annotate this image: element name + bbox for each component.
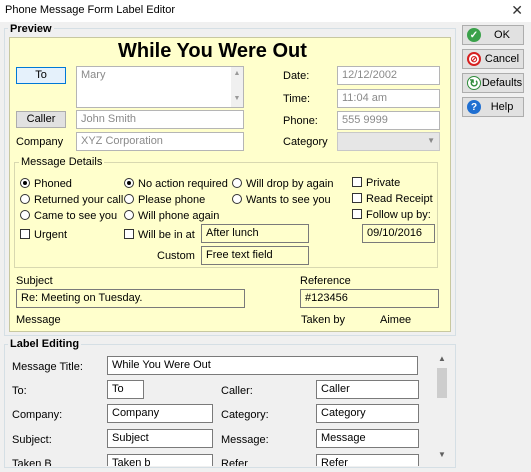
follow-up-checkbox[interactable]: [352, 209, 362, 219]
subject-label: Subject: [16, 275, 53, 287]
scroll-up-icon[interactable]: ▲: [231, 67, 243, 80]
taken-by-label: Taken by: [301, 314, 346, 326]
le-company-field[interactable]: Company: [107, 404, 213, 423]
message-title-label: Message Title:: [12, 361, 83, 373]
check-read-receipt[interactable]: Read Receipt: [352, 192, 433, 205]
scroll-up-icon[interactable]: ▲: [438, 354, 446, 363]
to-value: Mary: [81, 69, 106, 81]
radio-drop-by-button[interactable]: [232, 178, 242, 188]
le-category-field[interactable]: Category: [316, 404, 419, 423]
radio-came[interactable]: Came to see you: [20, 209, 117, 222]
label-editing-panel: Message Title: While You Were Out To: To…: [8, 350, 452, 466]
follow-up-field[interactable]: 09/10/2016: [362, 224, 435, 243]
category-select[interactable]: ▼: [337, 132, 440, 151]
label-editing-scrollbar[interactable]: ▲ ▼: [435, 354, 449, 464]
caller-button[interactable]: Caller: [16, 111, 66, 128]
le-company-label: Company:: [12, 409, 63, 421]
le-subject-field[interactable]: Subject: [107, 429, 213, 448]
scroll-thumb[interactable]: [437, 368, 447, 398]
le-taken-by-field[interactable]: Taken b: [107, 454, 213, 466]
custom-field[interactable]: Free text field: [201, 246, 309, 265]
le-to-label: To:: [12, 385, 27, 397]
check-will-be-in[interactable]: Will be in at: [124, 228, 195, 241]
date-label: Date:: [283, 70, 310, 82]
read-receipt-checkbox[interactable]: [352, 193, 362, 203]
private-checkbox[interactable]: [352, 177, 362, 187]
scroll-down-icon[interactable]: ▼: [438, 450, 446, 459]
cancel-icon: ⊘: [467, 52, 481, 66]
check-follow-up[interactable]: Follow up by:: [352, 208, 431, 221]
phone-label: Phone:: [283, 115, 318, 127]
le-message-label: Message:: [221, 434, 269, 446]
radio-no-action[interactable]: No action required: [124, 177, 228, 190]
label-editing-group-label: Label Editing: [8, 338, 82, 350]
scroll-down-icon[interactable]: ▼: [231, 92, 243, 105]
window-title: Phone Message Form Label Editor: [5, 4, 175, 16]
radio-phoned[interactable]: Phoned: [20, 177, 72, 190]
help-icon: ?: [467, 100, 481, 114]
le-caller-field[interactable]: Caller: [316, 380, 419, 399]
le-reference-field[interactable]: Refer: [316, 454, 419, 466]
message-title-field[interactable]: While You Were Out: [107, 356, 418, 375]
refresh-icon: ↻: [467, 76, 481, 90]
chevron-down-icon[interactable]: ▼: [427, 136, 435, 145]
check-icon: ✓: [467, 28, 481, 42]
check-urgent[interactable]: Urgent: [20, 228, 67, 241]
radio-phoned-button[interactable]: [20, 178, 30, 188]
radio-returned-button[interactable]: [20, 194, 30, 204]
message-details-label: Message Details: [19, 156, 105, 168]
radio-came-button[interactable]: [20, 210, 30, 220]
to-scrollbar[interactable]: ▲ ▼: [231, 67, 243, 107]
to-field[interactable]: Mary: [76, 66, 244, 108]
le-reference-label: Refer: [221, 458, 248, 466]
reference-field[interactable]: #123456: [300, 289, 439, 308]
close-icon[interactable]: ✕: [511, 2, 523, 19]
le-taken-by-label: Taken B: [12, 458, 52, 466]
check-private[interactable]: Private: [352, 176, 400, 189]
phone-field[interactable]: 555 9999: [337, 111, 440, 130]
to-button[interactable]: To: [16, 67, 66, 84]
help-button[interactable]: ? Help: [462, 97, 524, 117]
category-label: Category: [283, 136, 328, 148]
reference-label: Reference: [300, 275, 351, 287]
ok-button[interactable]: ✓ OK: [462, 25, 524, 45]
company-field[interactable]: XYZ Corporation: [76, 132, 244, 151]
radio-please-phone[interactable]: Please phone: [124, 193, 205, 206]
title-bar: Phone Message Form Label Editor ✕: [0, 0, 531, 22]
preview-group-label: Preview: [8, 23, 54, 35]
will-be-in-checkbox[interactable]: [124, 229, 134, 239]
time-field[interactable]: 11:04 am: [337, 89, 440, 108]
radio-wants-see-button[interactable]: [232, 194, 242, 204]
le-message-field[interactable]: Message: [316, 429, 419, 448]
custom-label: Custom: [157, 250, 195, 262]
urgent-checkbox[interactable]: [20, 229, 30, 239]
will-be-in-field[interactable]: After lunch: [201, 224, 309, 243]
le-category-label: Category:: [221, 409, 269, 421]
le-caller-label: Caller:: [221, 385, 253, 397]
message-label: Message: [16, 314, 61, 326]
radio-no-action-button[interactable]: [124, 178, 134, 188]
company-label: Company: [16, 136, 64, 148]
subject-field[interactable]: Re: Meeting on Tuesday.: [16, 289, 245, 308]
radio-returned[interactable]: Returned your call: [20, 193, 123, 206]
radio-drop-by[interactable]: Will drop by again: [232, 177, 333, 190]
radio-will-phone-button[interactable]: [124, 210, 134, 220]
le-to-field[interactable]: To: [107, 380, 144, 399]
taken-by-value: Aimee: [380, 314, 412, 326]
radio-wants-see[interactable]: Wants to see you: [232, 193, 331, 206]
time-label: Time:: [283, 93, 311, 105]
preview-heading: While You Were Out: [118, 40, 307, 62]
radio-please-phone-button[interactable]: [124, 194, 134, 204]
defaults-button[interactable]: ↻ Defaults: [462, 73, 524, 93]
cancel-button[interactable]: ⊘ Cancel: [462, 49, 524, 69]
le-subject-label: Subject:: [12, 434, 52, 446]
radio-will-phone[interactable]: Will phone again: [124, 209, 219, 222]
date-field[interactable]: 12/12/2002: [337, 66, 440, 85]
caller-field[interactable]: John Smith: [76, 110, 244, 129]
